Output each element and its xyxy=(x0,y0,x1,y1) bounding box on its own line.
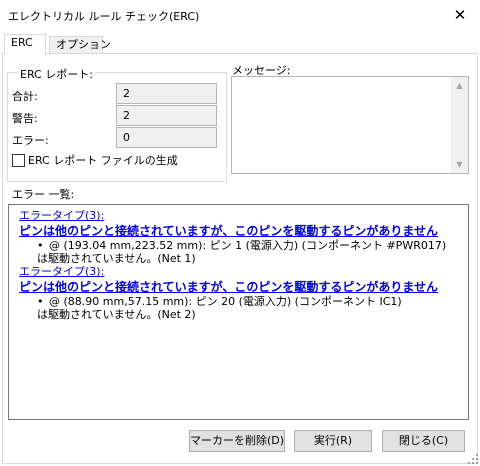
error-detail-line: は駆動されていません。(Net 1) xyxy=(37,252,196,265)
erc-dialog: エレクトリカル ルール チェック(ERC) ✕ ERC オプション ERC レポ… xyxy=(0,0,480,466)
tab-options[interactable]: オプション xyxy=(49,36,111,54)
messages-scrollbar[interactable]: ▲ ▼ xyxy=(451,77,468,173)
error-label: エラー: xyxy=(12,134,49,147)
error-detail-text: @ (88.90 mm,57.15 mm): ピン 20 (電源入力) (コンポ… xyxy=(37,295,402,321)
resize-grip-icon[interactable] xyxy=(468,454,478,464)
generate-report-file-label: ERC レポート ファイルの生成 xyxy=(28,154,178,167)
messages-textarea[interactable]: ▲ ▼ xyxy=(231,76,469,174)
erc-report-group-label: ERC レポート: xyxy=(18,66,95,82)
warning-value: 2 xyxy=(116,105,217,126)
error-heading-link[interactable]: ピンは他のピンと接続されていますが、このピンを駆動するピンがありません xyxy=(19,223,458,239)
scroll-up-icon[interactable]: ▲ xyxy=(451,77,468,94)
total-value: 2 xyxy=(116,83,217,104)
delete-markers-button[interactable]: マーカーを削除(D) xyxy=(189,430,285,452)
error-item: エラータイプ(3): ピンは他のピンと接続されていますが、このピンを駆動するピン… xyxy=(19,209,458,265)
run-button[interactable]: 実行(R) xyxy=(294,430,372,452)
error-type-link[interactable]: エラータイプ(3): xyxy=(19,209,458,223)
error-detail-line: は駆動されていません。(Net 2) xyxy=(37,308,196,321)
tab-bar: ERC オプション xyxy=(2,34,478,55)
error-detail: • @ (193.04 mm,223.52 mm): ピン 1 (電源入力) (… xyxy=(19,239,458,265)
title-bar: エレクトリカル ルール チェック(ERC) ✕ xyxy=(0,0,480,30)
error-detail-text: @ (193.04 mm,223.52 mm): ピン 1 (電源入力) (コン… xyxy=(37,239,447,265)
error-detail-line: @ (193.04 mm,223.52 mm): ピン 1 (電源入力) (コン… xyxy=(49,239,447,252)
total-label: 合計: xyxy=(12,90,38,103)
error-value: 0 xyxy=(116,127,217,148)
error-list[interactable]: エラータイプ(3): ピンは他のピンと接続されていますが、このピンを駆動するピン… xyxy=(8,204,469,420)
error-detail: • @ (88.90 mm,57.15 mm): ピン 20 (電源入力) (コ… xyxy=(19,295,458,321)
close-button[interactable]: 閉じる(C) xyxy=(382,430,465,452)
error-detail-line: @ (88.90 mm,57.15 mm): ピン 20 (電源入力) (コンポ… xyxy=(49,295,402,308)
error-heading-link[interactable]: ピンは他のピンと接続されていますが、このピンを駆動するピンがありません xyxy=(19,279,458,295)
checkbox-box[interactable] xyxy=(12,153,25,167)
tab-erc[interactable]: ERC xyxy=(4,34,46,55)
window-title: エレクトリカル ルール チェック(ERC) xyxy=(8,10,200,23)
generate-report-file-checkbox[interactable]: ERC レポート ファイルの生成 xyxy=(12,152,178,167)
warning-label: 警告: xyxy=(12,112,38,125)
error-list-label: エラー 一覧: xyxy=(12,188,75,201)
error-type-link[interactable]: エラータイプ(3): xyxy=(19,265,458,279)
close-icon[interactable]: ✕ xyxy=(440,0,480,30)
error-item: エラータイプ(3): ピンは他のピンと接続されていますが、このピンを駆動するピン… xyxy=(19,265,458,321)
scroll-down-icon[interactable]: ▼ xyxy=(451,156,468,173)
